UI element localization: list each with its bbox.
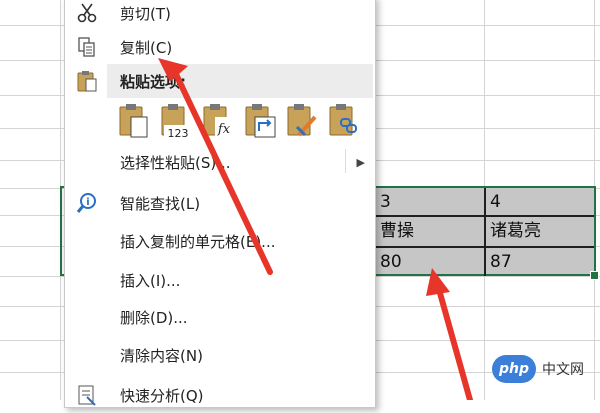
menu-item-cut[interactable]: 剪切(T) [65, 0, 375, 31]
clipboard-icon [73, 67, 101, 95]
search-icon: i [73, 189, 101, 217]
context-menu: 剪切(T) 复制(C) 粘贴选项: 123 fx 选择性粘贴(S)... ▶ i… [64, 0, 376, 408]
cell-r3-c2[interactable]: 87 [490, 248, 512, 276]
cell-border [484, 188, 486, 276]
paste-button[interactable] [117, 101, 153, 141]
cell-r1-c2[interactable]: 4 [490, 188, 501, 216]
paste-formatting-button[interactable] [285, 101, 321, 141]
menu-item-label: 插入复制的单元格(E)... [120, 232, 276, 251]
menu-item-insert[interactable]: 插入(I)... [65, 262, 375, 298]
paste-formulas-button[interactable]: fx [201, 101, 237, 141]
quick-analysis-icon [73, 381, 101, 409]
menu-item-quick-analysis[interactable]: 快速分析(Q) [65, 377, 375, 413]
php-logo: php [492, 355, 536, 383]
paste-options-header: 粘贴选项: [107, 64, 373, 98]
menu-item-label: 快速分析(Q) [120, 386, 204, 405]
paste-link-icon [329, 104, 357, 136]
paste-transpose-button[interactable] [243, 101, 279, 141]
menu-item-paste-special[interactable]: 选择性粘贴(S)... ▶ [65, 144, 375, 180]
copy-icon [73, 33, 101, 61]
menu-item-smart-lookup[interactable]: i 智能查找(L) [65, 185, 375, 221]
paste-icon [119, 104, 148, 138]
menu-item-delete[interactable]: 删除(D)... [65, 299, 375, 335]
menu-item-label: 选择性粘贴(S)... [120, 153, 231, 172]
paste-formulas-icon: fx [203, 104, 233, 137]
menu-item-label: 插入(I)... [120, 271, 181, 290]
submenu-divider [345, 149, 346, 173]
paste-transpose-icon [245, 104, 276, 138]
paste-formatting-icon [287, 104, 317, 137]
menu-item-insert-copied-cells[interactable]: 插入复制的单元格(E)... [65, 223, 375, 259]
chevron-right-icon: ▶ [356, 155, 365, 169]
menu-item-label: 剪切(T) [120, 4, 171, 23]
menu-item-clear-contents[interactable]: 清除内容(N) [65, 337, 375, 373]
cell-r2-c2[interactable]: 诸葛亮 [490, 217, 541, 245]
menu-item-label: 清除内容(N) [120, 346, 203, 365]
paste-options-label: 粘贴选项: [120, 73, 186, 91]
cell-r2-c1[interactable]: 曹操 [380, 217, 414, 245]
cell-r3-c1[interactable]: 80 [380, 248, 402, 276]
paste-formulas-badge: fx [217, 122, 231, 137]
watermark-text: 中文网 [542, 362, 584, 378]
menu-item-copy[interactable]: 复制(C) [65, 29, 375, 65]
watermark: php 中文网 [492, 352, 596, 386]
fill-handle[interactable] [590, 271, 599, 280]
menu-item-label: 删除(D)... [120, 308, 188, 327]
menu-item-label: 复制(C) [120, 38, 173, 57]
menu-item-label: 智能查找(L) [120, 194, 201, 213]
paste-link-button[interactable] [327, 101, 363, 141]
cell-r1-c1[interactable]: 3 [380, 188, 391, 216]
paste-values-icon: 123 [161, 104, 192, 140]
scissors-icon [73, 0, 101, 27]
svg-text:i: i [86, 197, 89, 208]
paste-values-badge: 123 [168, 127, 189, 140]
paste-values-button[interactable]: 123 [159, 101, 195, 141]
